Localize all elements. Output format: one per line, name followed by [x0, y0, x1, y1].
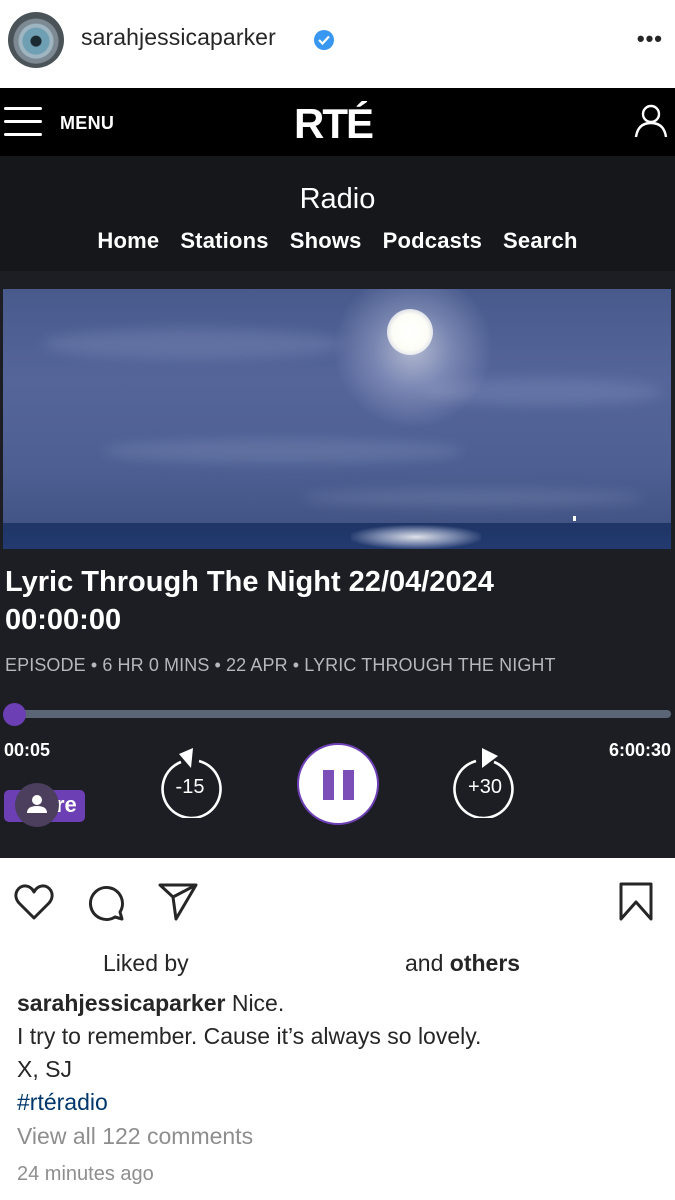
like-heart-icon[interactable] [13, 882, 55, 927]
bookmark-icon[interactable] [618, 882, 654, 927]
current-time: 00:05 [4, 740, 51, 760]
rte-top-bar: MENU RTÉ [0, 88, 675, 156]
accessibility-person-button[interactable] [15, 783, 59, 827]
others-link[interactable]: others [450, 950, 520, 976]
verified-badge-icon [314, 30, 334, 50]
post-timestamp: 24 minutes ago [17, 1163, 154, 1185]
episode-meta: EPISODE • 6 HR 0 MINS • 22 APR • LYRIC T… [5, 655, 556, 675]
progress-thumb[interactable] [3, 703, 26, 726]
skip-forward-label: +30 [468, 776, 502, 798]
rte-logo[interactable]: RTÉ [294, 100, 374, 148]
radio-nav-links: Home Stations Shows Podcasts Search [0, 228, 675, 254]
user-account-icon[interactable] [633, 103, 669, 144]
share-label: re [56, 792, 77, 817]
skip-forward-button[interactable]: +30 [452, 748, 518, 820]
hashtag-link[interactable]: #rtéradio [17, 1086, 667, 1119]
pause-icon-bar [323, 770, 334, 800]
and-label: and [405, 950, 444, 976]
and-others[interactable]: and others [405, 950, 520, 977]
nav-stations[interactable]: Stations [180, 228, 268, 254]
liked-by-label: Liked by [103, 950, 189, 976]
episode-title-line2: 00:00:00 [5, 604, 122, 636]
post-actions [0, 858, 675, 938]
section-title: Radio [299, 183, 376, 215]
nav-shows[interactable]: Shows [290, 228, 362, 254]
pause-button[interactable] [297, 743, 379, 825]
audio-player: Lyric Through The Night 22/04/2024 00:00… [0, 271, 675, 858]
skip-back-label: -15 [175, 776, 205, 798]
caption-username[interactable]: sarahjessicaparker [17, 990, 225, 1016]
pause-icon-bar [343, 770, 354, 800]
comment-icon[interactable] [86, 882, 126, 927]
post-header: sarahjessicaparker ••• [0, 0, 675, 88]
person-icon [27, 795, 47, 813]
skip-back-button[interactable]: -15 [157, 748, 223, 820]
nav-search[interactable]: Search [503, 228, 578, 254]
moon [387, 309, 433, 355]
episode-title: Lyric Through The Night 22/04/2024 00:00… [5, 563, 665, 639]
sea [3, 523, 671, 549]
caption-line2: I try to remember. Cause it’s always so … [17, 1023, 482, 1049]
caption-line3: X, SJ [17, 1056, 72, 1082]
share-paper-plane-icon[interactable] [158, 882, 198, 927]
post-username[interactable]: sarahjessicaparker [81, 24, 276, 51]
menu-label[interactable]: MENU [60, 113, 114, 134]
episode-title-line1: Lyric Through The Night 22/04/2024 [5, 566, 494, 598]
radio-section-nav: Radio Home Stations Shows Podcasts Searc… [0, 156, 675, 271]
progress-bar[interactable] [4, 710, 671, 718]
post-caption: sarahjessicaparker Nice. I try to rememb… [17, 987, 667, 1119]
nav-home[interactable]: Home [97, 228, 159, 254]
episode-artwork [3, 289, 671, 549]
view-all-comments-link[interactable]: View all 122 comments [17, 1123, 253, 1150]
more-options-icon[interactable]: ••• [637, 26, 663, 52]
hamburger-menu-icon[interactable] [4, 105, 42, 137]
nav-podcasts[interactable]: Podcasts [383, 228, 482, 254]
avatar[interactable] [8, 12, 64, 68]
caption-line1: Nice. [231, 990, 285, 1016]
total-time: 6:00:30 [608, 740, 671, 760]
